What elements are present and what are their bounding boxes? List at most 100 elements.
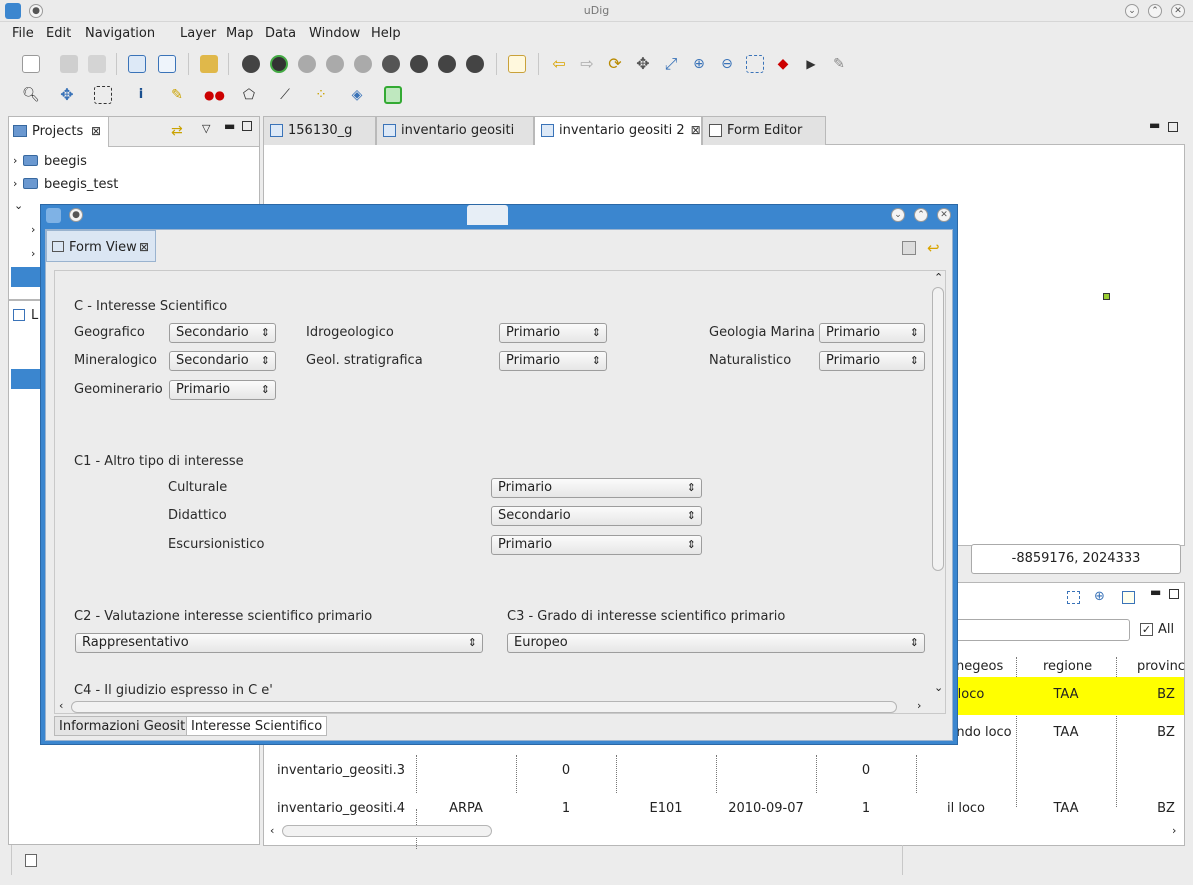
tab-interesse-scientifico[interactable]: Interesse Scientifico xyxy=(186,716,328,736)
chevron-down-icon[interactable]: ⌄ xyxy=(14,199,23,212)
database-icon[interactable] xyxy=(200,55,218,73)
zoom-tool-icon[interactable]: 🔍︎ xyxy=(22,86,40,104)
close-icon[interactable]: ⊠ xyxy=(139,240,149,254)
projects-tab[interactable]: Projects ⊠ xyxy=(9,117,109,147)
layer-tool-4-icon[interactable] xyxy=(326,55,344,73)
dialog-minimize-button[interactable]: ⌄ xyxy=(891,208,905,222)
combo-mineralogico[interactable]: Secondario ⇕ xyxy=(169,351,276,371)
apply-icon[interactable]: ↩ xyxy=(927,239,940,257)
maximize-view-icon[interactable] xyxy=(1168,122,1178,132)
scroll-down-icon[interactable]: ⌄ xyxy=(934,681,943,694)
menu-layer[interactable]: Layer xyxy=(180,26,216,41)
back-arrow-icon[interactable]: ⇦ xyxy=(550,55,568,73)
layer-tool-8-icon[interactable] xyxy=(438,55,456,73)
zoom-selection-icon[interactable]: ⊕ xyxy=(1094,589,1105,604)
line-tool-icon[interactable]: ⟋ xyxy=(276,86,294,104)
minimize-view-icon[interactable]: ▬ xyxy=(1150,585,1161,599)
promote-icon[interactable] xyxy=(1122,591,1135,604)
scroll-left-icon[interactable]: ‹ xyxy=(59,699,63,712)
pan-tool-icon[interactable]: ✥ xyxy=(634,55,652,73)
combo-valutazione-interesse[interactable]: Rappresentativo ⇕ xyxy=(75,633,483,653)
scroll-right-icon[interactable]: › xyxy=(1172,824,1176,837)
menu-help[interactable]: Help xyxy=(371,26,401,41)
chevron-right-icon[interactable]: › xyxy=(13,177,17,190)
layer-tool-5-icon[interactable] xyxy=(354,55,372,73)
combo-geol-stratigrafica[interactable]: Primario ⇕ xyxy=(499,351,607,371)
layer-tool-6-icon[interactable] xyxy=(382,55,400,73)
zoom-out-icon[interactable]: ⊖ xyxy=(718,55,736,73)
menu-file[interactable]: File xyxy=(12,26,34,41)
chevron-right-icon[interactable]: › xyxy=(31,223,35,236)
new-view-icon[interactable] xyxy=(25,854,37,867)
menu-navigation[interactable]: Navigation xyxy=(85,26,155,41)
table-horizontal-scrollbar[interactable] xyxy=(282,825,492,837)
combo-geografico[interactable]: Secondario ⇕ xyxy=(169,323,276,343)
save-icon[interactable] xyxy=(60,55,78,73)
scroll-right-icon[interactable]: › xyxy=(917,699,921,712)
edit-tool-icon[interactable]: ✎ xyxy=(168,86,186,104)
forward-arrow-icon[interactable]: ⇨ xyxy=(578,55,596,73)
zoom-extent-icon[interactable]: ⤢ xyxy=(662,55,680,73)
tab-inventario-geositi-2[interactable]: inventario geositi 2 ⊠ xyxy=(534,116,702,145)
dialog-maximize-button[interactable]: ⌃ xyxy=(914,208,928,222)
menu-window[interactable]: Window xyxy=(309,26,360,41)
combo-idrogeologico[interactable]: Primario ⇕ xyxy=(499,323,607,343)
chevron-right-icon[interactable]: › xyxy=(13,154,17,167)
pan-icon[interactable]: ✥ xyxy=(58,86,76,104)
layer-tool-7-icon[interactable] xyxy=(410,55,428,73)
combo-grado-interesse[interactable]: Europeo ⇕ xyxy=(507,633,925,653)
layers-tab-label[interactable]: L xyxy=(31,308,38,323)
tab-informazioni-geosito[interactable]: Informazioni Geosito xyxy=(54,716,199,736)
selection-icon[interactable] xyxy=(94,86,112,104)
close-button[interactable]: ✕ xyxy=(1171,4,1185,18)
next-icon[interactable]: ▶ xyxy=(802,55,820,73)
zoom-in-icon[interactable]: ⊕ xyxy=(690,55,708,73)
layer-tool-9-icon[interactable] xyxy=(466,55,484,73)
chevron-right-icon[interactable]: › xyxy=(31,247,35,260)
scroll-left-icon[interactable]: ‹ xyxy=(270,824,274,837)
polygon-tool-icon[interactable]: ⬠ xyxy=(240,86,258,104)
refresh-icon[interactable]: ⟳ xyxy=(606,55,624,73)
layer-tool-1-icon[interactable] xyxy=(242,55,260,73)
tree-item-selected[interactable] xyxy=(11,267,41,287)
tree-item-beegis-test[interactable]: › beegis_test xyxy=(13,177,118,192)
new-icon[interactable] xyxy=(22,55,40,73)
info-icon[interactable]: i xyxy=(132,86,150,104)
new-map-icon[interactable] xyxy=(128,55,146,73)
minimize-view-icon[interactable]: ▬ xyxy=(1149,118,1160,132)
combo-geominerario[interactable]: Primario ⇕ xyxy=(169,380,276,400)
form-vertical-scrollbar[interactable] xyxy=(932,287,944,571)
filter-input[interactable] xyxy=(954,619,1130,641)
vertex-tool-icon[interactable]: ⁘ xyxy=(312,86,330,104)
eraser-icon[interactable]: ✎ xyxy=(830,55,848,73)
menu-map[interactable]: Map xyxy=(226,26,253,41)
combo-naturalistico[interactable]: Primario ⇕ xyxy=(819,351,925,371)
tab-form-editor[interactable]: Form Editor xyxy=(702,116,826,145)
maximize-button[interactable]: ⌃ xyxy=(1148,4,1162,18)
scroll-up-icon[interactable]: ⌃ xyxy=(934,271,943,284)
new-page-icon[interactable] xyxy=(158,55,176,73)
menu-data[interactable]: Data xyxy=(265,26,296,41)
properties-icon[interactable] xyxy=(508,55,526,73)
column-header[interactable]: negeos xyxy=(956,659,1003,674)
combo-geologia-marina[interactable]: Primario ⇕ xyxy=(819,323,925,343)
maximize-view-icon[interactable] xyxy=(242,121,252,131)
column-header[interactable]: regione xyxy=(1043,659,1092,674)
bookmark-icon[interactable]: ◆ xyxy=(774,55,792,73)
select-icon[interactable] xyxy=(1067,591,1080,604)
layer-tool-2-icon[interactable] xyxy=(270,55,288,73)
form-view-tab[interactable]: Form View ⊠ xyxy=(46,230,156,262)
view-menu-icon[interactable]: ▽ xyxy=(202,122,210,135)
layer-selected-row[interactable] xyxy=(11,369,41,389)
save-icon[interactable] xyxy=(902,241,916,255)
feature-tool-icon[interactable]: ◈ xyxy=(348,86,366,104)
dialog-menu-button[interactable]: ● xyxy=(69,208,83,222)
combo-escursionistico[interactable]: Primario ⇕ xyxy=(491,535,702,555)
minimize-button[interactable]: ⌄ xyxy=(1125,4,1139,18)
layer-tool-3-icon[interactable] xyxy=(298,55,316,73)
tab-156130-g[interactable]: 156130_g xyxy=(263,116,376,145)
tree-item-beegis[interactable]: › beegis xyxy=(13,154,87,169)
point-tool-icon[interactable]: ●● xyxy=(204,86,225,104)
close-icon[interactable]: ⊠ xyxy=(91,124,101,138)
all-checkbox[interactable]: ✓ xyxy=(1140,623,1153,636)
